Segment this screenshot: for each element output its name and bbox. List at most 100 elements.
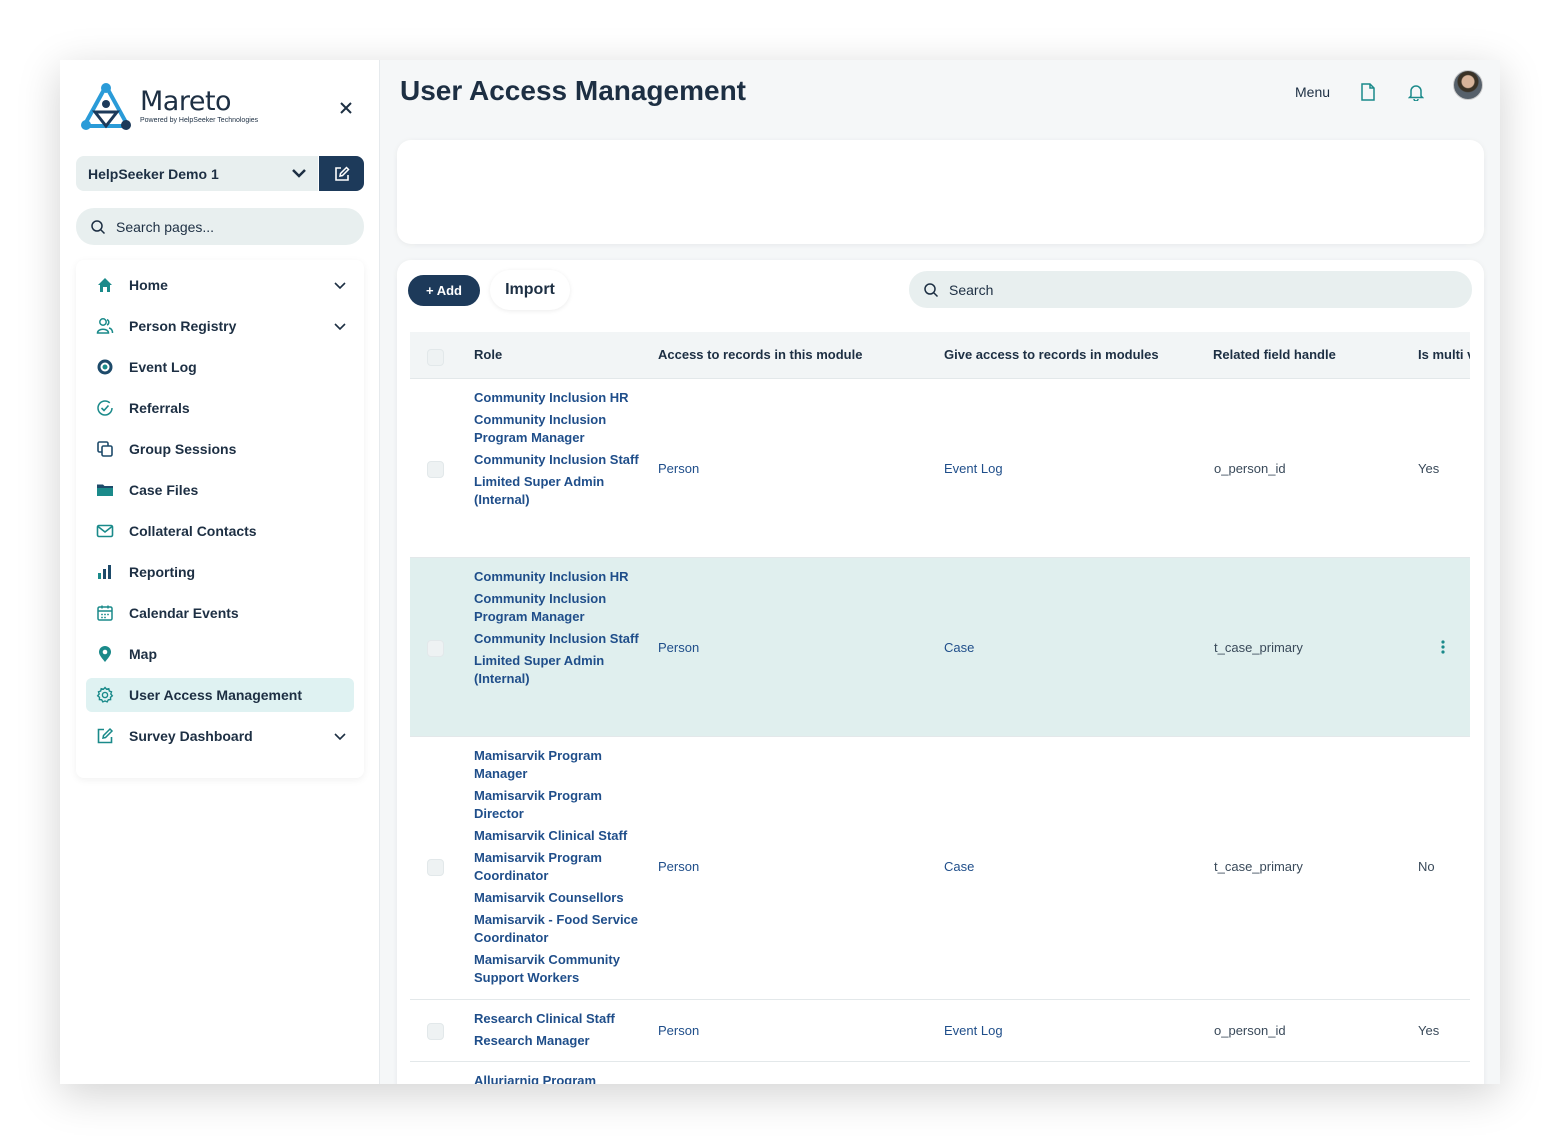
- menu-button[interactable]: Menu: [1295, 84, 1330, 100]
- access-table: Role Access to records in this module Gi…: [410, 332, 1470, 1084]
- org-select[interactable]: HelpSeeker Demo 1: [76, 156, 318, 191]
- close-sidebar-button[interactable]: [340, 97, 352, 120]
- bar-chart-icon: [98, 565, 111, 579]
- sidebar-item-home[interactable]: Home: [86, 268, 354, 302]
- sidebar-item-survey-dashboard[interactable]: Survey Dashboard: [86, 719, 354, 753]
- role-link[interactable]: Mamisarvik Program Manager: [474, 747, 644, 783]
- sidebar-item-label: Survey Dashboard: [129, 728, 253, 744]
- sidebar: Mareto Powered by HelpSeeker Technologie…: [60, 60, 380, 1084]
- sidebar-item-event-log[interactable]: Event Log: [86, 350, 354, 384]
- table-row[interactable]: Community Inclusion HR Community Inclusi…: [410, 379, 1470, 558]
- search-pages-input[interactable]: [116, 218, 336, 235]
- documents-button[interactable]: [1361, 83, 1375, 106]
- search-pages-field[interactable]: [76, 208, 364, 245]
- role-link[interactable]: Community Inclusion Program Manager: [474, 590, 644, 626]
- field-handle-cell: t_case_primary: [1214, 640, 1303, 655]
- role-link[interactable]: Mamisarvik Community Support Workers: [474, 951, 644, 987]
- gear-icon: [96, 686, 114, 703]
- page-title: User Access Management: [400, 75, 747, 106]
- row-checkbox[interactable]: [427, 640, 444, 657]
- access-cell[interactable]: Person: [658, 461, 699, 476]
- sidebar-item-map[interactable]: Map: [86, 637, 354, 671]
- is-multi-cell: No: [1418, 859, 1435, 874]
- role-list: Community Inclusion HR Community Inclusi…: [474, 389, 644, 513]
- table-row[interactable]: Allurjarniq Program: [410, 1062, 1470, 1084]
- table-search-input[interactable]: [949, 281, 1429, 298]
- role-list: Allurjarniq Program: [474, 1072, 644, 1084]
- role-link[interactable]: Mamisarvik - Food Service Coordinator: [474, 911, 644, 947]
- role-link[interactable]: Research Manager: [474, 1032, 644, 1050]
- select-all-checkbox[interactable]: [427, 349, 444, 366]
- sidebar-item-label: Event Log: [129, 359, 197, 375]
- kebab-menu-icon: [1441, 640, 1445, 654]
- role-link[interactable]: Allurjarniq Program: [474, 1072, 644, 1084]
- import-button[interactable]: Import: [490, 270, 570, 310]
- access-cell[interactable]: Person: [658, 859, 699, 874]
- role-link[interactable]: Mamisarvik Program Director: [474, 787, 644, 823]
- column-header-is-multi[interactable]: Is multi v: [1418, 347, 1470, 362]
- sidebar-item-label: Referrals: [129, 400, 190, 416]
- mail-icon: [96, 524, 114, 538]
- give-access-cell[interactable]: Event Log: [944, 461, 1003, 476]
- mareto-logo-icon: [81, 83, 131, 130]
- sidebar-item-case-files[interactable]: Case Files: [86, 473, 354, 507]
- edit-icon: [334, 165, 350, 181]
- give-access-cell[interactable]: Case: [944, 640, 974, 655]
- sidebar-item-collateral-contacts[interactable]: Collateral Contacts: [86, 514, 354, 548]
- row-checkbox[interactable]: [427, 461, 444, 478]
- table-row[interactable]: Community Inclusion HR Community Inclusi…: [410, 558, 1470, 737]
- folder-icon: [97, 484, 113, 496]
- chevron-down-icon[interactable]: [332, 318, 348, 334]
- sidebar-item-referrals[interactable]: Referrals: [86, 391, 354, 425]
- role-link[interactable]: Limited Super Admin (Internal): [474, 473, 644, 509]
- table-row[interactable]: Mamisarvik Program Manager Mamisarvik Pr…: [410, 737, 1470, 1000]
- column-header-role[interactable]: Role: [474, 347, 502, 362]
- sidebar-item-label: Collateral Contacts: [129, 523, 257, 539]
- role-link[interactable]: Mamisarvik Clinical Staff: [474, 827, 644, 845]
- role-link[interactable]: Research Clinical Staff: [474, 1010, 644, 1028]
- access-cell[interactable]: Person: [658, 640, 699, 655]
- table-row[interactable]: Research Clinical Staff Research Manager…: [410, 1000, 1470, 1062]
- role-link[interactable]: Community Inclusion Staff: [474, 451, 644, 469]
- row-checkbox[interactable]: [427, 1023, 444, 1040]
- access-cell[interactable]: Person: [658, 1023, 699, 1038]
- role-link[interactable]: Limited Super Admin (Internal): [474, 652, 644, 688]
- edit-org-button[interactable]: [319, 156, 364, 191]
- role-link[interactable]: Mamisarvik Program Coordinator: [474, 849, 644, 885]
- sidebar-item-user-access-management[interactable]: User Access Management: [86, 678, 354, 712]
- table-search-field[interactable]: [909, 271, 1472, 308]
- column-header-access[interactable]: Access to records in this module: [658, 347, 862, 362]
- row-actions-button[interactable]: [1438, 640, 1448, 654]
- people-icon: [96, 318, 114, 334]
- avatar[interactable]: [1453, 70, 1483, 100]
- sidebar-item-label: Reporting: [129, 564, 196, 580]
- sidebar-item-person-registry[interactable]: Person Registry: [86, 309, 354, 343]
- give-access-cell[interactable]: Case: [944, 859, 974, 874]
- app-window: Mareto Powered by HelpSeeker Technologie…: [60, 60, 1500, 1084]
- role-link[interactable]: Community Inclusion Staff: [474, 630, 644, 648]
- search-icon: [91, 219, 106, 234]
- role-link[interactable]: Mamisarvik Counsellors: [474, 889, 644, 907]
- sidebar-item-reporting[interactable]: Reporting: [86, 555, 354, 589]
- role-link[interactable]: Community Inclusion HR: [474, 389, 644, 407]
- column-header-field-handle[interactable]: Related field handle: [1213, 347, 1336, 362]
- role-link[interactable]: Community Inclusion Program Manager: [474, 411, 644, 447]
- give-access-cell[interactable]: Event Log: [944, 1023, 1003, 1038]
- column-header-give-access[interactable]: Give access to records in modules: [944, 347, 1159, 362]
- role-list: Research Clinical Staff Research Manager: [474, 1010, 644, 1054]
- role-list: Mamisarvik Program Manager Mamisarvik Pr…: [474, 747, 644, 991]
- chevron-down-icon[interactable]: [332, 728, 348, 744]
- role-link[interactable]: Community Inclusion HR: [474, 568, 644, 586]
- map-pin-icon: [99, 646, 111, 662]
- calendar-icon: [97, 605, 113, 621]
- sidebar-item-label: Map: [129, 646, 157, 662]
- notifications-button[interactable]: [1407, 83, 1425, 106]
- org-select-value: HelpSeeker Demo 1: [88, 165, 219, 182]
- copy-icon: [97, 441, 113, 457]
- sidebar-item-group-sessions[interactable]: Group Sessions: [86, 432, 354, 466]
- row-checkbox[interactable]: [427, 859, 444, 876]
- sidebar-item-calendar-events[interactable]: Calendar Events: [86, 596, 354, 630]
- chevron-down-icon[interactable]: [332, 277, 348, 293]
- add-button[interactable]: + Add: [408, 275, 480, 306]
- table-panel: + Add Import Role Access to records in t…: [397, 260, 1484, 1084]
